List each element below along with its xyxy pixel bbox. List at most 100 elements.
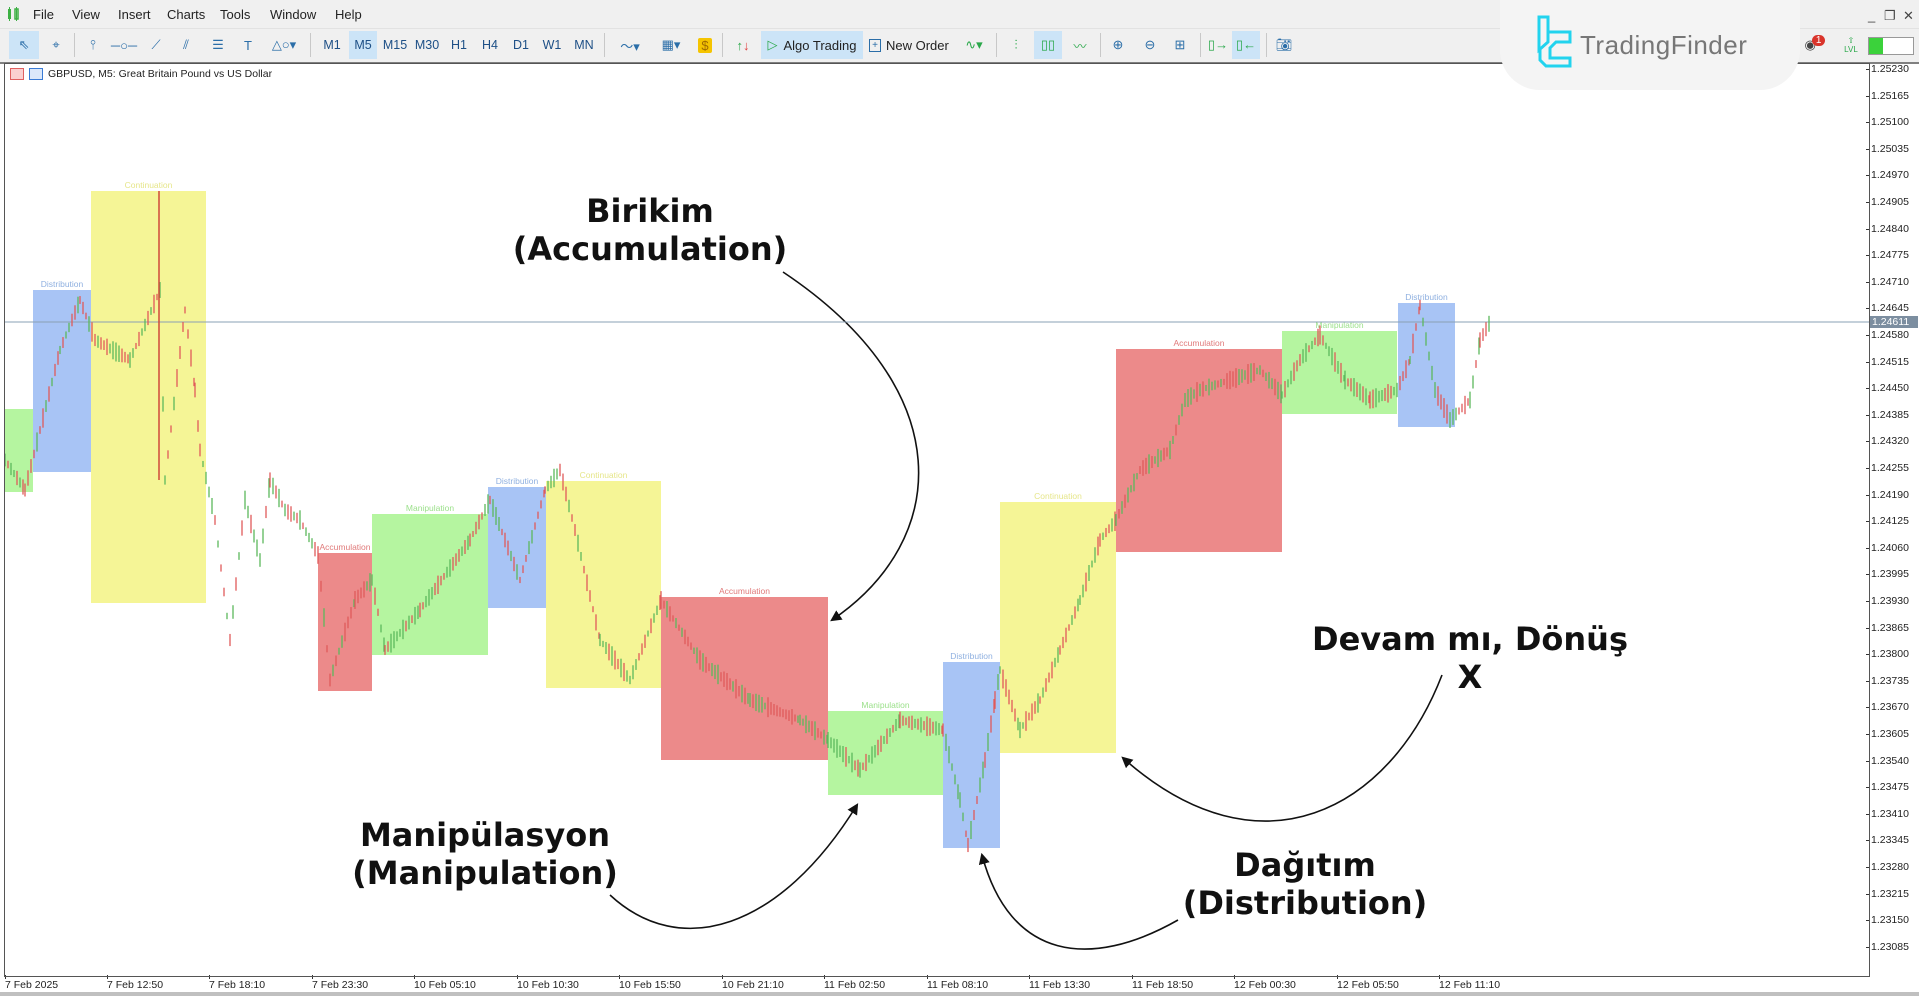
- chart-shift-button[interactable]: ▯←: [1232, 31, 1260, 59]
- connection-status-indicator: [1868, 37, 1914, 55]
- menu-help[interactable]: Help: [335, 7, 362, 22]
- zoom-out-button[interactable]: ⊖: [1136, 31, 1164, 59]
- annotation-distribution: Dağıtım (Distribution): [1180, 846, 1430, 923]
- shapes-dropdown[interactable]: △○▾: [264, 31, 304, 59]
- cursor-tool-button[interactable]: ⇖: [9, 31, 39, 59]
- new-order-label: New Order: [885, 37, 949, 53]
- screenshot-button[interactable]: 📷︎: [1270, 31, 1298, 59]
- trendline-icon: ⟋: [151, 37, 161, 52]
- account-button[interactable]: ◉ 1: [1800, 31, 1830, 59]
- menu-charts[interactable]: Charts: [167, 7, 205, 22]
- new-order-icon: +: [869, 38, 881, 52]
- price-label: 1.24775: [1871, 249, 1909, 262]
- timeframe-m5[interactable]: M5: [349, 31, 377, 59]
- separator: [1266, 33, 1267, 57]
- timeframe-h4[interactable]: H4: [477, 31, 503, 59]
- zoom-in-button[interactable]: ⊕: [1104, 31, 1132, 59]
- market-button[interactable]: $: [694, 31, 716, 59]
- level-up-icon: ⇧: [1847, 36, 1855, 45]
- price-label: 1.25230: [1871, 63, 1909, 75]
- annotation-accumulation: Birikim (Accumulation): [510, 192, 790, 269]
- trendline-button[interactable]: ⟋: [142, 31, 170, 59]
- timeframe-w1[interactable]: W1: [539, 31, 565, 59]
- zoom-in-icon: ⊕: [1112, 37, 1124, 52]
- vertical-line-button[interactable]: ⫯: [80, 31, 106, 59]
- chart-canvas: [5, 191, 1869, 853]
- algo-trading-label: Algo Trading: [783, 37, 857, 53]
- separator: [74, 33, 75, 57]
- timeframe-mn[interactable]: MN: [570, 31, 598, 59]
- price-label: 1.24710: [1871, 275, 1909, 288]
- price-label: 1.24580: [1871, 329, 1909, 341]
- separator: [1100, 33, 1101, 57]
- autoscroll-icon: ▯→: [1207, 37, 1229, 52]
- tile-windows-button[interactable]: ⊞: [1166, 31, 1194, 59]
- line-chart-icon: 〜▾: [620, 38, 640, 54]
- fibonacci-icon: ☰: [212, 37, 224, 52]
- menu-insert[interactable]: Insert: [118, 7, 151, 22]
- annotation-distribution-english: (Distribution): [1182, 884, 1428, 923]
- timeframe-m1[interactable]: M1: [318, 31, 346, 59]
- annotation-accumulation-turkish: Birikim: [586, 192, 714, 230]
- brand-name: TradingFinder: [1580, 30, 1748, 60]
- indicators-dropdown[interactable]: ∿▾: [958, 31, 990, 59]
- menu-view[interactable]: View: [72, 7, 100, 22]
- buy-sell-arrows-icon: ↑↓: [736, 37, 750, 53]
- close-button[interactable]: ✕: [1903, 8, 1914, 24]
- timeframe-m30[interactable]: M30: [412, 31, 442, 59]
- menu-file[interactable]: File: [33, 7, 54, 22]
- annotation-manipulation-turkish: Manipülasyon: [359, 816, 611, 854]
- templates-dropdown[interactable]: ▦▾: [652, 31, 690, 59]
- channel-button[interactable]: ⫽: [172, 31, 200, 59]
- time-label: 11 Feb 02:50: [824, 979, 886, 991]
- chart-type-dropdown[interactable]: 〜▾: [612, 31, 648, 59]
- horizontal-line-button[interactable]: ─○─: [110, 31, 138, 59]
- one-click-trading-button[interactable]: ↑↓: [730, 31, 756, 59]
- candlestick-button[interactable]: ▯▯: [1034, 31, 1062, 59]
- minimize-button[interactable]: _: [1868, 8, 1875, 23]
- separator: [722, 33, 723, 57]
- app-logo-icon: [8, 7, 19, 21]
- level-label: LVL: [1844, 45, 1858, 54]
- price-label: 1.23670: [1871, 701, 1909, 714]
- status-bar: [0, 992, 1919, 996]
- shapes-icon: △○▾: [271, 37, 297, 52]
- fibonacci-button[interactable]: ☰: [204, 31, 232, 59]
- annotation-distribution-turkish: Dağıtım: [1234, 846, 1376, 884]
- price-label: 1.23280: [1871, 861, 1909, 873]
- timeframe-h1[interactable]: H1: [446, 31, 472, 59]
- price-label: 1.23995: [1871, 568, 1909, 581]
- time-label: 7 Feb 23:30: [312, 979, 369, 991]
- price-label: 1.25100: [1871, 116, 1909, 129]
- restore-button[interactable]: ❐: [1884, 8, 1896, 24]
- camera-icon: 📷︎: [1275, 37, 1293, 52]
- timeframe-d1[interactable]: D1: [508, 31, 534, 59]
- menu-window[interactable]: Window: [270, 7, 316, 22]
- line-chart-button[interactable]: 〰: [1066, 31, 1094, 59]
- tradingfinder-logo-icon: [1537, 15, 1572, 68]
- chart-area[interactable]: [4, 63, 1870, 977]
- price-label: 1.24385: [1871, 408, 1909, 421]
- zoom-out-icon: ⊖: [1144, 37, 1156, 52]
- indicator-icon: ∿▾: [965, 37, 983, 52]
- line-icon: 〰: [1073, 38, 1087, 54]
- autoscroll-button[interactable]: ▯→: [1204, 31, 1232, 59]
- time-label: 12 Feb 11:10: [1439, 979, 1501, 991]
- annotation-manipulation: Manipülasyon (Manipulation): [345, 816, 625, 893]
- price-label: 1.23865: [1871, 621, 1909, 634]
- text-tool-button[interactable]: T: [236, 31, 260, 59]
- timeframe-m15[interactable]: M15: [380, 31, 410, 59]
- bar-chart-button[interactable]: ⫶: [1002, 31, 1030, 59]
- crosshair-button[interactable]: ⌖: [42, 31, 70, 59]
- price-label: 1.23150: [1871, 914, 1909, 927]
- level-button[interactable]: ⇧ LVL: [1840, 31, 1862, 59]
- chart-shift-icon: ▯←: [1235, 37, 1257, 52]
- dollar-icon: $: [698, 37, 712, 53]
- new-order-button[interactable]: + New Order: [866, 31, 952, 59]
- price-label: 1.24905: [1871, 196, 1909, 208]
- price-label: 1.24970: [1871, 169, 1909, 182]
- price-label: 1.23735: [1871, 674, 1909, 687]
- menu-tools[interactable]: Tools: [220, 7, 250, 22]
- algo-trading-button[interactable]: ▷ Algo Trading: [761, 31, 863, 59]
- notification-badge: 1: [1811, 34, 1826, 46]
